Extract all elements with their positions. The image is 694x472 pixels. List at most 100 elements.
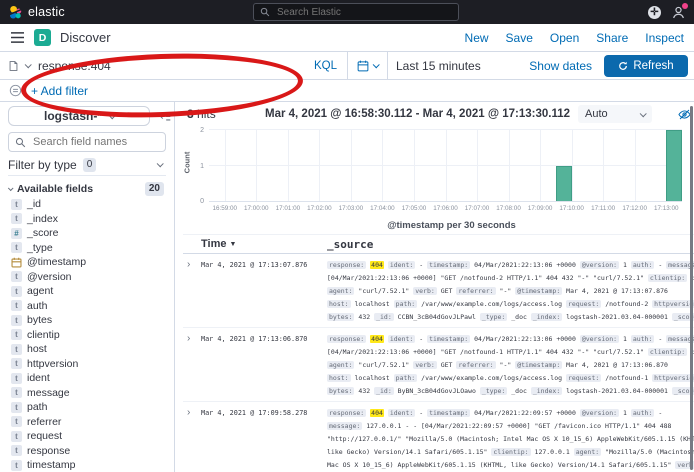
filter-by-type[interactable]: Filter by type 0 — [8, 158, 166, 176]
action-open[interactable]: Open — [550, 31, 579, 45]
source-field-badge: @timestamp: — [515, 361, 562, 369]
elastic-logo-icon — [8, 5, 23, 20]
source-field-badge: path: — [394, 374, 418, 382]
field-item-request[interactable]: trequest — [8, 429, 166, 444]
x-axis-label: @timestamp per 30 seconds — [183, 220, 694, 234]
time-column-header[interactable]: Time▼ — [201, 238, 327, 250]
field-item-message[interactable]: tmessage — [8, 386, 166, 401]
source-value: logstash-2021.03.04-000001 — [566, 387, 668, 395]
source-field-badge: _index: — [531, 387, 562, 395]
field-item-response[interactable]: tresponse — [8, 444, 166, 459]
source-value: - — [658, 409, 662, 417]
field-item-_score[interactable]: #_score — [8, 226, 166, 241]
field-item-ident[interactable]: tident — [8, 371, 166, 386]
field-item-_index[interactable]: t_index — [8, 212, 166, 227]
show-dates-button[interactable]: Show dates — [529, 59, 592, 73]
hits-count: 3 hits — [187, 107, 265, 121]
field-name: message — [27, 387, 70, 399]
highlighted-value: 404 — [370, 335, 384, 343]
field-item-_id[interactable]: t_id — [8, 197, 166, 212]
calendar-icon — [357, 60, 369, 72]
notification-dot — [682, 3, 688, 9]
elastic-brand[interactable]: elastic — [8, 5, 65, 20]
source-value: logstash-2021.03.04-000001 — [566, 313, 668, 321]
action-inspect[interactable]: Inspect — [645, 31, 684, 45]
source-value: 127.0.0.1 - - [04/Mar/2021:22:09:57 +000… — [366, 422, 671, 430]
time-cell: Mar 4, 2021 @ 17:13:06.870 — [201, 333, 327, 398]
field-item-@timestamp[interactable]: @timestamp — [8, 255, 166, 270]
highlighted-value: 404 — [370, 261, 384, 269]
x-tick-label: 17:05:00 — [402, 205, 427, 212]
field-search[interactable] — [8, 132, 166, 152]
source-value: 432 — [358, 313, 370, 321]
chart-plot-area: 01216:59:0017:00:0017:01:0017:02:0017:03… — [209, 130, 682, 202]
source-line: [04/Mar/2021:22:13:06 +0000] "GET /notfo… — [327, 346, 694, 359]
source-field-badge: message: — [327, 422, 362, 430]
global-search-input[interactable] — [275, 6, 452, 19]
user-avatar[interactable] — [671, 5, 686, 20]
field-item-_type[interactable]: t_type — [8, 241, 166, 256]
search-icon — [260, 7, 270, 17]
field-item-@version[interactable]: t@version — [8, 270, 166, 285]
field-item-referrer[interactable]: treferrer — [8, 415, 166, 430]
string-field-icon: t — [11, 358, 22, 369]
field-name: _score — [27, 227, 59, 239]
field-item-auth[interactable]: tauth — [8, 299, 166, 314]
saved-query-icon[interactable] — [8, 60, 19, 72]
date-picker-button[interactable] — [348, 60, 387, 72]
chevron-down-icon — [157, 160, 164, 167]
available-fields-header[interactable]: Available fields 20 — [8, 181, 166, 197]
filter-options-icon[interactable] — [9, 84, 22, 97]
interval-select[interactable]: Auto — [578, 105, 652, 123]
collapse-sidebar-icon[interactable] — [160, 111, 171, 122]
x-tick-label: 17:10:00 — [559, 205, 584, 212]
saved-query-chevron-icon[interactable] — [25, 61, 32, 68]
query-language-button[interactable]: KQL — [310, 60, 347, 72]
global-search[interactable] — [253, 3, 459, 21]
help-icon[interactable]: ✛ — [648, 6, 661, 19]
expand-toggle-icon[interactable]: › — [187, 407, 201, 472]
source-field-badge: @version: — [580, 335, 619, 343]
source-cell: response: 404 ident: - timestamp: 04/Mar… — [327, 333, 694, 398]
time-range-value[interactable]: Last 15 minutes — [396, 59, 481, 73]
source-value: - — [419, 335, 423, 343]
field-item-clientip[interactable]: tclientip — [8, 328, 166, 343]
source-value: GET — [441, 361, 453, 369]
source-value: 04/Mar/2021:22:13:06 +0000 — [474, 261, 576, 269]
source-field-badge: path: — [394, 300, 418, 308]
chart-bar[interactable] — [556, 166, 572, 202]
x-tick-label: 17:11:00 — [591, 205, 615, 212]
v-gridline — [288, 130, 289, 201]
expand-toggle-icon[interactable]: › — [187, 333, 201, 398]
field-item-path[interactable]: tpath — [8, 400, 166, 415]
source-value: [04/Mar/2021:22:13:06 +0000] "GET /notfo… — [327, 348, 644, 356]
source-value: "-" — [500, 287, 512, 295]
action-new[interactable]: New — [465, 31, 489, 45]
action-share[interactable]: Share — [596, 31, 628, 45]
source-field-badge: ident: — [388, 409, 415, 417]
query-input[interactable] — [36, 58, 310, 74]
x-tick-label: 17:00:00 — [244, 205, 269, 212]
chart-bar[interactable] — [666, 130, 682, 201]
expand-toggle-icon[interactable]: › — [187, 259, 201, 324]
documents-table: ›Mar 4, 2021 @ 17:13:07.876response: 404… — [183, 254, 694, 472]
field-item-httpversion[interactable]: thttpversion — [8, 357, 166, 372]
field-item-host[interactable]: thost — [8, 342, 166, 357]
source-field-badge: ident: — [388, 261, 415, 269]
v-gridline — [414, 130, 415, 201]
field-item-agent[interactable]: tagent — [8, 284, 166, 299]
scrollbar[interactable] — [690, 106, 693, 470]
source-line: response: 404 ident: - timestamp: 04/Mar… — [327, 407, 694, 420]
query-input-wrapper[interactable] — [8, 52, 310, 79]
add-filter-button[interactable]: + Add filter — [31, 84, 88, 98]
field-search-input[interactable] — [31, 135, 159, 149]
refresh-button[interactable]: Refresh — [604, 55, 688, 77]
action-save[interactable]: Save — [506, 31, 533, 45]
field-item-bytes[interactable]: tbytes — [8, 313, 166, 328]
y-tick-label: 0 — [200, 198, 204, 205]
field-item-timestamp[interactable]: ttimestamp — [8, 458, 166, 472]
menu-icon[interactable] — [10, 31, 25, 44]
string-field-icon: t — [11, 373, 22, 384]
source-value: 04/Mar/2021:22:13:06 +0000 — [474, 335, 576, 343]
index-pattern-select[interactable]: logstash-* — [8, 106, 150, 126]
